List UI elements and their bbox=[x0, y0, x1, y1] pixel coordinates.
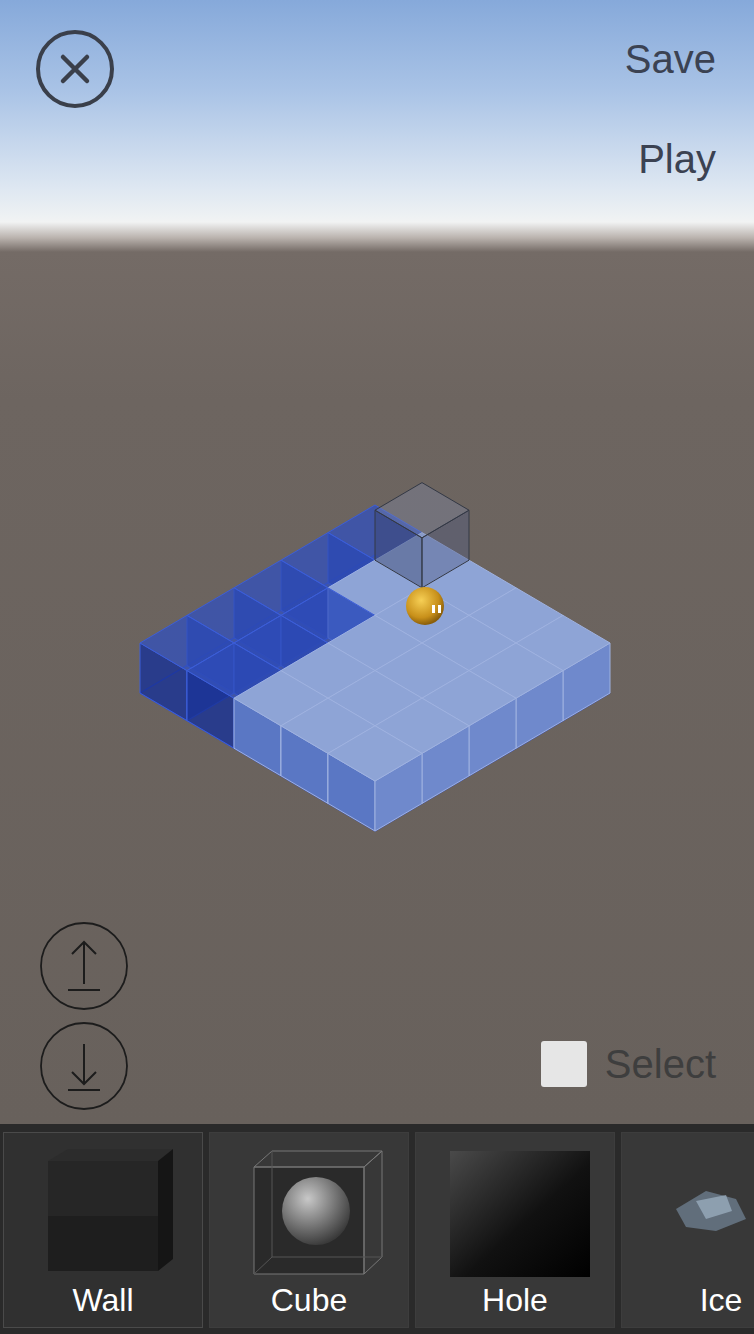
palette-label: Hole bbox=[482, 1281, 548, 1323]
arrow-down-icon bbox=[40, 1022, 128, 1110]
cube-icon bbox=[224, 1139, 394, 1281]
hole-icon bbox=[430, 1139, 600, 1281]
close-button[interactable] bbox=[34, 28, 116, 114]
ball-icon bbox=[406, 587, 444, 625]
palette-item[interactable]: Wall bbox=[3, 1132, 203, 1328]
layer-up-button[interactable] bbox=[40, 922, 128, 1010]
close-icon bbox=[34, 28, 116, 110]
select-checkbox[interactable] bbox=[541, 1041, 587, 1087]
level-viewport[interactable]: Save Play Select bbox=[0, 0, 754, 1124]
select-toggle[interactable]: Select bbox=[541, 1040, 716, 1088]
arrow-up-icon bbox=[40, 922, 128, 1010]
palette-item[interactable]: Ice bbox=[621, 1132, 754, 1328]
player-cube[interactable] bbox=[375, 483, 469, 588]
wall-icon bbox=[18, 1139, 188, 1281]
action-button[interactable]: Save bbox=[625, 36, 716, 82]
select-label: Select bbox=[605, 1040, 716, 1088]
ice-icon bbox=[636, 1139, 754, 1281]
layer-down-button[interactable] bbox=[40, 1022, 128, 1110]
palette-item[interactable]: Hole bbox=[415, 1132, 615, 1328]
palette-label: Cube bbox=[271, 1281, 348, 1323]
action-button[interactable]: Play bbox=[638, 136, 716, 182]
tile-palette: Wall Cube Hole Ice bbox=[0, 1124, 754, 1334]
palette-label: Wall bbox=[72, 1281, 133, 1323]
palette-item[interactable]: Cube bbox=[209, 1132, 409, 1328]
palette-label: Ice bbox=[700, 1281, 743, 1323]
